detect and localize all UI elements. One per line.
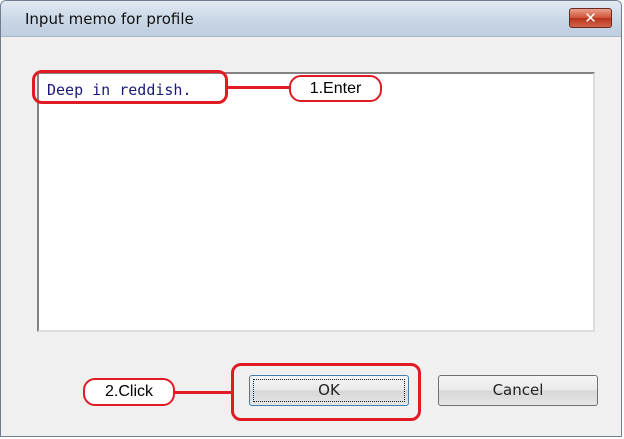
annotation-step1-label: 1.Enter [289, 75, 382, 102]
memo-textarea[interactable]: Deep in reddish. [37, 72, 595, 332]
cancel-label: Cancel [492, 381, 544, 399]
dialog-title: Input memo for profile [25, 10, 194, 28]
close-icon: ✕ [584, 9, 597, 27]
cancel-button[interactable]: Cancel [438, 375, 598, 406]
step2-text: 2.Click [104, 383, 153, 400]
close-button[interactable]: ✕ [569, 8, 612, 28]
annotation-highlight-memo [32, 70, 228, 104]
title-bar[interactable]: Input memo for profile ✕ [1, 1, 621, 37]
annotation-step2-label: 2.Click [83, 378, 175, 406]
annotation-highlight-ok [231, 363, 421, 421]
annotation-connector-1 [227, 86, 291, 89]
step1-text: 1.Enter [309, 80, 362, 97]
annotation-connector-2 [173, 391, 233, 394]
